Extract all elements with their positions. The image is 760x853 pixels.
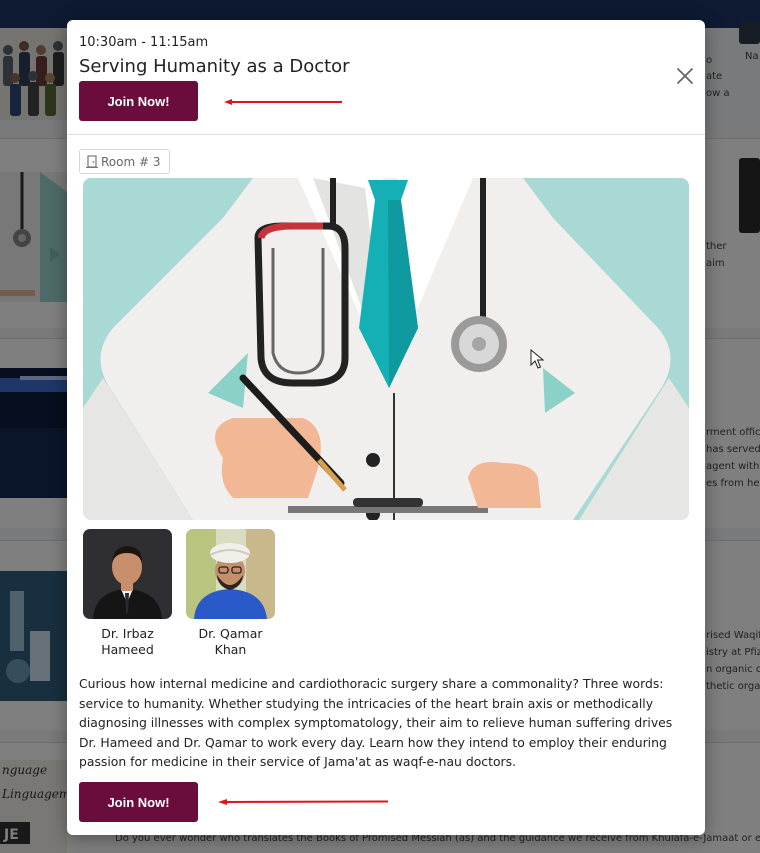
modal-header: 10:30am - 11:15am Serving Humanity as a … xyxy=(67,20,705,135)
door-icon xyxy=(86,155,98,168)
session-time: 10:30am - 11:15am xyxy=(79,35,209,50)
cursor-icon xyxy=(530,349,544,369)
speaker-photo xyxy=(186,529,275,619)
room-badge: Room # 3 xyxy=(79,149,170,174)
room-label: Room # 3 xyxy=(101,154,161,169)
annotation-arrow-top xyxy=(224,99,342,105)
speaker-name-line: Dr. Qamar xyxy=(198,626,263,641)
speaker-card[interactable]: Dr. Irbaz Hameed xyxy=(83,529,172,658)
speaker-photo xyxy=(83,529,172,619)
speaker-name: Dr. Irbaz Hameed xyxy=(83,626,172,658)
speaker-name-line: Dr. Irbaz xyxy=(101,626,154,641)
speaker-name: Dr. Qamar Khan xyxy=(186,626,275,658)
speaker-name-line: Hameed xyxy=(101,642,154,657)
close-button[interactable] xyxy=(673,64,697,88)
annotation-arrow-bottom xyxy=(218,799,388,805)
session-hero-image xyxy=(83,178,689,520)
speaker-card[interactable]: Dr. Qamar Khan xyxy=(186,529,275,658)
close-icon xyxy=(677,68,693,84)
speaker-name-line: Khan xyxy=(214,642,247,657)
session-modal: 10:30am - 11:15am Serving Humanity as a … xyxy=(67,20,705,835)
session-title: Serving Humanity as a Doctor xyxy=(79,56,350,77)
join-now-button-bottom[interactable]: Join Now! xyxy=(79,782,198,822)
session-description: Curious how internal medicine and cardio… xyxy=(79,676,673,769)
join-now-button-top[interactable]: Join Now! xyxy=(79,81,198,121)
